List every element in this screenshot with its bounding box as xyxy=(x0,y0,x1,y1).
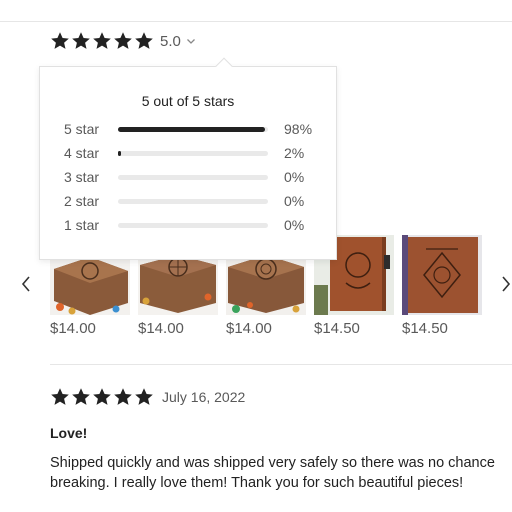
star-icon xyxy=(113,387,133,407)
rating-bar-fill xyxy=(118,126,265,132)
star-icon xyxy=(134,387,154,407)
summary-score: 5.0 xyxy=(160,32,181,50)
summary-stars xyxy=(50,31,154,51)
rating-bar-track xyxy=(118,198,268,204)
rating-row-1[interactable]: 1 star 0% xyxy=(64,215,320,235)
rating-bar-track xyxy=(118,150,268,156)
star-icon xyxy=(134,31,154,51)
rating-row-label: 5 star xyxy=(64,121,100,137)
popover-caret xyxy=(215,57,233,75)
rating-distribution-popover: 5 out of 5 stars 5 star 98% 4 star 2% 3 … xyxy=(39,57,337,260)
review-stars xyxy=(50,387,154,407)
review-body-line: breaking. I really love them! Thank you … xyxy=(50,475,464,491)
rating-row-percent: 0% xyxy=(284,169,305,185)
product-price: $14.00 xyxy=(226,320,272,337)
chevron-right-icon[interactable] xyxy=(498,274,512,294)
section-divider xyxy=(50,364,512,365)
rating-row-5[interactable]: 5 star 98% xyxy=(64,119,320,139)
rating-row-percent: 0% xyxy=(284,193,305,209)
rating-bar-track xyxy=(118,222,268,228)
rating-row-percent: 0% xyxy=(284,217,305,233)
rating-row-percent: 2% xyxy=(284,145,305,161)
rating-row-2[interactable]: 2 star 0% xyxy=(64,191,320,211)
rating-row-4[interactable]: 4 star 2% xyxy=(64,143,320,163)
review-title: Love! xyxy=(50,425,88,441)
rating-row-percent: 98% xyxy=(284,121,313,137)
product-price: $14.50 xyxy=(402,320,448,337)
rating-row-label: 3 star xyxy=(64,169,100,185)
product-price: $14.00 xyxy=(50,320,96,337)
rating-row-label: 1 star xyxy=(64,217,100,233)
review-body-line: Shipped quickly and was shipped very saf… xyxy=(50,455,495,471)
rating-bar-track xyxy=(118,174,268,180)
star-icon xyxy=(92,387,112,407)
star-icon xyxy=(50,387,70,407)
rating-row-3[interactable]: 3 star 0% xyxy=(64,167,320,187)
rating-summary-toggle[interactable]: 5.0 xyxy=(50,30,197,52)
product-price: $14.50 xyxy=(314,320,360,337)
rating-bar-track xyxy=(118,126,268,132)
rating-row-label: 2 star xyxy=(64,193,100,209)
review-date: July 16, 2022 xyxy=(162,389,246,405)
chevron-left-icon[interactable] xyxy=(18,274,34,294)
product-price: $14.00 xyxy=(138,320,184,337)
chevron-down-icon xyxy=(185,35,197,47)
star-icon xyxy=(71,31,91,51)
carousel-item[interactable]: $14.50 xyxy=(402,235,482,337)
review-header: July 16, 2022 xyxy=(50,386,245,408)
rating-row-label: 4 star xyxy=(64,145,100,161)
product-image-leather-journal[interactable] xyxy=(402,235,482,315)
star-icon xyxy=(92,31,112,51)
popover-title: 5 out of 5 stars xyxy=(141,93,235,109)
top-divider xyxy=(0,21,512,22)
review-body: Shipped quickly and was shipped very saf… xyxy=(50,453,512,493)
star-icon xyxy=(113,31,133,51)
star-icon xyxy=(50,31,70,51)
star-icon xyxy=(71,387,91,407)
rating-bar-fill xyxy=(118,150,121,156)
